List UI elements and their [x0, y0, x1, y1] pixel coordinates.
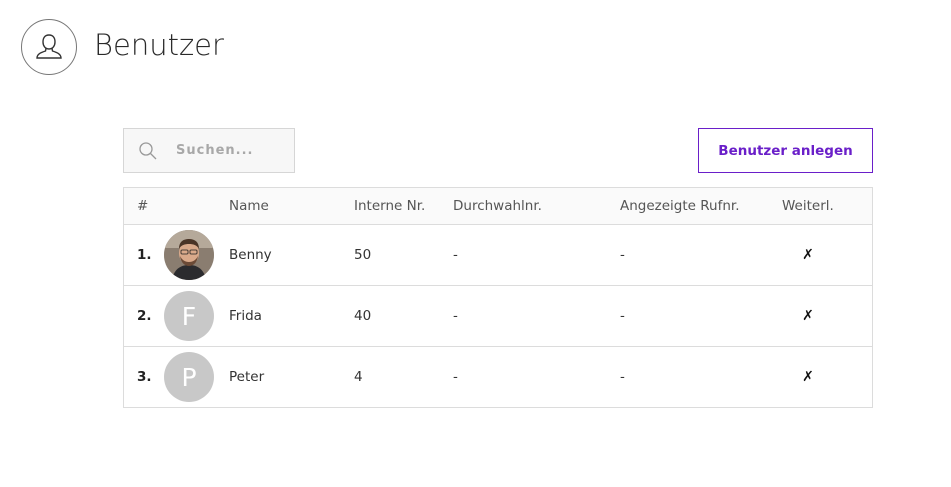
- direct-dial: -: [453, 308, 458, 324]
- column-header-number[interactable]: #: [137, 188, 148, 224]
- table-row[interactable]: 2. F Frida 40 - - ✗: [124, 285, 872, 346]
- search-box[interactable]: [123, 128, 295, 173]
- avatar-cell: P: [164, 347, 214, 407]
- search-icon: [138, 141, 158, 161]
- avatar[interactable]: [164, 230, 214, 280]
- column-header-direct-dial[interactable]: Durchwahlnr.: [453, 188, 542, 224]
- forwarding-status: ✗: [802, 369, 814, 385]
- avatar[interactable]: P: [164, 352, 214, 402]
- add-user-button[interactable]: Benutzer anlegen: [698, 128, 873, 173]
- displayed-number: -: [620, 369, 625, 385]
- internal-number: 40: [354, 308, 372, 324]
- table-header-row: # Name Interne Nr. Durchwahlnr. Angezeig…: [124, 188, 872, 224]
- user-name: Frida: [229, 308, 262, 324]
- internal-number: 50: [354, 247, 372, 263]
- column-header-internal-number[interactable]: Interne Nr.: [354, 188, 425, 224]
- displayed-number: -: [620, 247, 625, 263]
- column-header-name[interactable]: Name: [229, 188, 269, 224]
- avatar-cell: F: [164, 286, 214, 346]
- forwarding-status: ✗: [802, 247, 814, 263]
- users-table: # Name Interne Nr. Durchwahlnr. Angezeig…: [123, 187, 873, 408]
- direct-dial: -: [453, 247, 458, 263]
- user-name: Peter: [229, 369, 265, 385]
- user-icon: [21, 19, 77, 75]
- user-name: Benny: [229, 247, 272, 263]
- direct-dial: -: [453, 369, 458, 385]
- row-number: 2.: [137, 308, 152, 324]
- page-title: Benutzer: [94, 28, 224, 62]
- row-number: 3.: [137, 369, 152, 385]
- table-row[interactable]: 1. Benny 50 - - ✗: [124, 224, 872, 285]
- forwarding-status: ✗: [802, 308, 814, 324]
- column-header-forwarding[interactable]: Weiterl.: [782, 188, 834, 224]
- column-header-displayed-number[interactable]: Angezeigte Rufnr.: [620, 188, 740, 224]
- row-number: 1.: [137, 247, 152, 263]
- avatar[interactable]: F: [164, 291, 214, 341]
- avatar-cell: [164, 225, 214, 285]
- internal-number: 4: [354, 369, 363, 385]
- search-input[interactable]: [174, 142, 288, 159]
- table-row[interactable]: 3. P Peter 4 - - ✗: [124, 346, 872, 407]
- displayed-number: -: [620, 308, 625, 324]
